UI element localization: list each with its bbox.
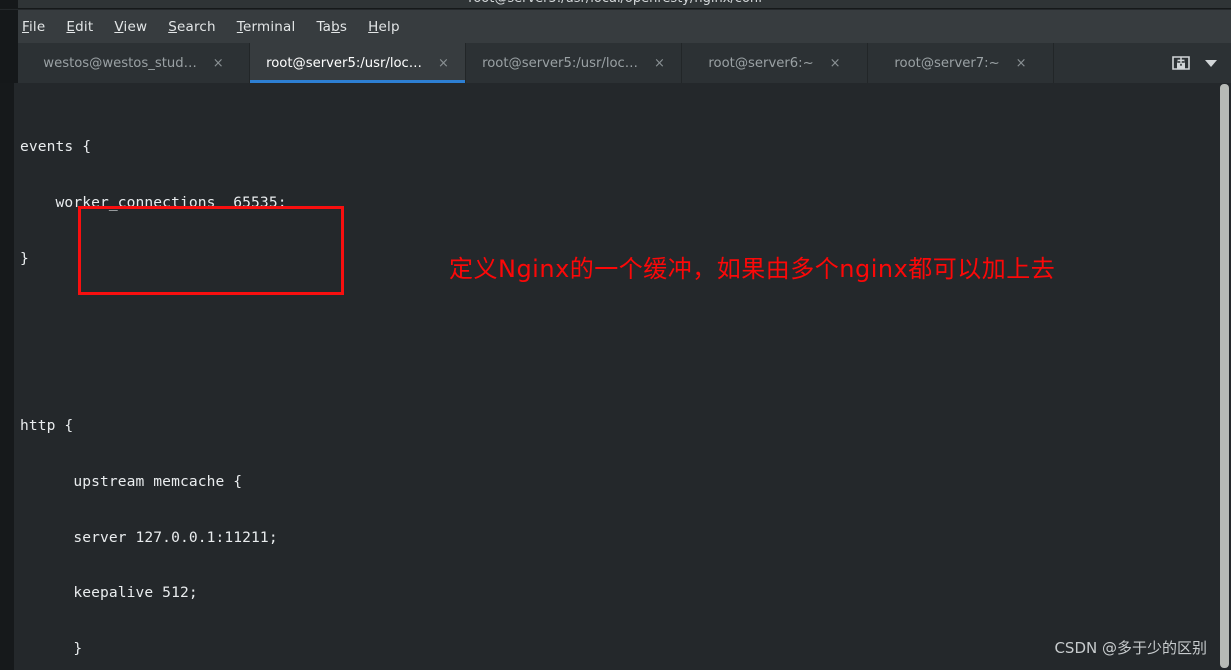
- menu-label-rest: ile: [28, 18, 46, 35]
- new-tab-icon[interactable]: [1171, 54, 1191, 72]
- menu-bar: File Edit View Search Terminal Tabs Help: [0, 10, 1231, 43]
- close-icon[interactable]: ×: [438, 57, 449, 70]
- terminal-line: worker_connections 65535;: [20, 193, 287, 211]
- tab-root-server6[interactable]: root@server6:~ ×: [682, 43, 868, 83]
- close-icon[interactable]: ×: [213, 57, 224, 70]
- menu-item-edit[interactable]: Edit: [66, 19, 93, 35]
- terminal-line: events {: [20, 138, 92, 156]
- terminal-line: upstream memcache {: [20, 472, 243, 490]
- tab-label: root@server7:~: [894, 55, 1000, 71]
- tab-label: westos@westos_stud…: [43, 55, 197, 71]
- tab-bar-controls: [1171, 43, 1231, 83]
- scrollbar-thumb[interactable]: [1220, 84, 1229, 668]
- tab-label: root@server6:~: [708, 55, 814, 71]
- menu-item-terminal[interactable]: Terminal: [237, 19, 296, 35]
- menu-item-help[interactable]: Help: [368, 19, 400, 35]
- menu-item-search[interactable]: Search: [168, 19, 216, 35]
- annotation-note: 定义Nginx的一个缓冲，如果由多个nginx都可以加上去: [449, 255, 1056, 283]
- terminal-window: root@server5:/usr/local/openresty/nginx/…: [0, 0, 1231, 670]
- tab-westos-westos-stud[interactable]: westos@westos_stud… ×: [18, 43, 250, 83]
- tab-bar: westos@westos_stud… × root@server5:/usr/…: [0, 43, 1231, 83]
- terminal-line: }: [20, 640, 83, 658]
- menu-item-tabs[interactable]: Tabs: [316, 19, 347, 35]
- menu-label-rest: erminal: [242, 18, 296, 35]
- menu-mnemonic: F: [22, 18, 29, 35]
- window-title: root@server5:/usr/local/openresty/nginx/…: [0, 0, 1231, 6]
- watermark: CSDN @多于少的区别: [1054, 639, 1207, 657]
- menu-label-rest: s: [339, 18, 348, 35]
- window-titlebar: root@server5:/usr/local/openresty/nginx/…: [0, 0, 1231, 9]
- chevron-down-icon[interactable]: [1205, 59, 1217, 67]
- terminal-body[interactable]: events { worker_connections 65535; } htt…: [0, 83, 1231, 670]
- menu-item-file[interactable]: File: [22, 19, 45, 35]
- menu-label-rest: earch: [176, 18, 216, 35]
- menu-mnemonic: V: [114, 18, 124, 35]
- menu-mnemonic: b: [331, 18, 340, 35]
- menu-label-rest: iew: [123, 18, 148, 35]
- tab-label: root@server5:/usr/loc…: [266, 55, 422, 71]
- terminal-line: server 127.0.0.1:11211;: [20, 528, 278, 546]
- terminal-line: keepalive 512;: [20, 584, 198, 602]
- menu-item-view[interactable]: View: [114, 19, 147, 35]
- tab-root-server5-usr-loc-1[interactable]: root@server5:/usr/loc… ×: [250, 43, 466, 83]
- menu-label-rest: elp: [378, 18, 400, 35]
- close-icon[interactable]: ×: [1016, 57, 1027, 70]
- terminal-line: http {: [20, 417, 74, 435]
- menu-label-rest: dit: [75, 18, 94, 35]
- tab-root-server7[interactable]: root@server7:~ ×: [868, 43, 1054, 83]
- close-icon[interactable]: ×: [830, 57, 841, 70]
- terminal-left-gutter: [0, 83, 14, 670]
- terminal-scrollbar[interactable]: [1218, 83, 1231, 670]
- tab-root-server5-usr-loc-2[interactable]: root@server5:/usr/loc… ×: [466, 43, 682, 83]
- tab-label: root@server5:/usr/loc…: [482, 55, 638, 71]
- menu-mnemonic: H: [368, 18, 379, 35]
- menu-label-pre: Ta: [316, 18, 332, 35]
- close-icon[interactable]: ×: [654, 57, 665, 70]
- terminal-text: events { worker_connections 65535; } htt…: [20, 83, 1200, 670]
- menu-mnemonic: S: [168, 18, 177, 35]
- tab-strip: westos@westos_stud… × root@server5:/usr/…: [18, 43, 1054, 83]
- menu-mnemonic: E: [66, 18, 76, 35]
